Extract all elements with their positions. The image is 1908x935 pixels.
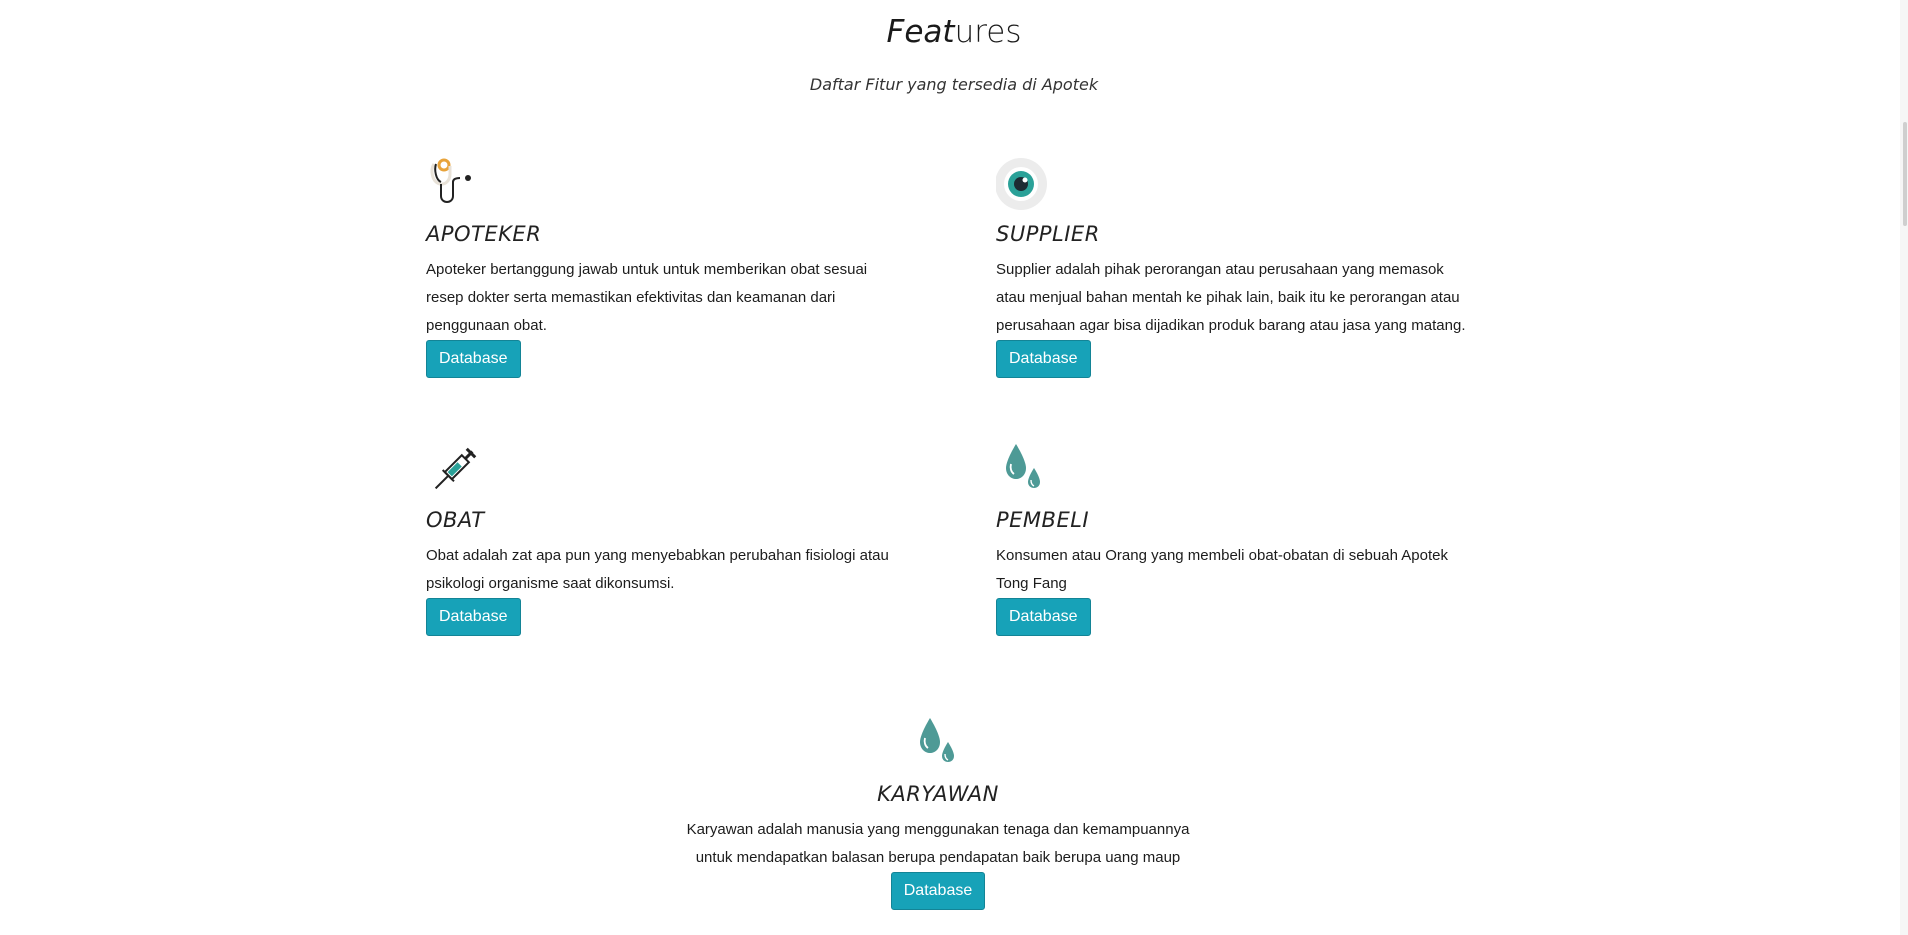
feature-title: SUPPLIER xyxy=(996,222,1100,246)
feature-title: OBAT xyxy=(426,508,485,532)
features-subtitle: Daftar Fitur yang tersedia di Apotek xyxy=(809,75,1099,94)
features-heading-part2: ures xyxy=(954,14,1022,50)
obat-database-button[interactable]: Database xyxy=(426,598,521,636)
feature-pembeli: PEMBELI Konsumen atau Orang yang membeli… xyxy=(996,442,1476,636)
apoteker-database-button[interactable]: Database xyxy=(426,340,521,378)
feature-title: APOTEKER xyxy=(426,222,542,246)
features-heading: Features xyxy=(0,14,1908,50)
features-heading-part1: Feat xyxy=(886,14,955,50)
pembeli-database-button[interactable]: Database xyxy=(996,598,1091,636)
feature-obat: OBAT Obat adalah zat apa pun yang menyeb… xyxy=(426,442,906,636)
karyawan-database-button[interactable]: Database xyxy=(890,872,986,910)
supplier-database-button[interactable]: Database xyxy=(996,340,1091,378)
feature-description: Konsumen atau Orang yang membeli obat-ob… xyxy=(996,547,1448,592)
feature-description: Apoteker bertanggung jawab untuk untuk m… xyxy=(426,261,868,334)
syringe-icon xyxy=(434,447,477,490)
droplets-icon xyxy=(1006,444,1040,488)
feature-description: Karyawan adalah manusia yang menggunakan… xyxy=(686,821,1190,866)
page-scrollbar[interactable] xyxy=(1900,0,1908,935)
feature-title: PEMBELI xyxy=(996,508,1090,532)
stethoscope-icon xyxy=(430,158,471,203)
feature-karyawan: KARYAWAN Karyawan adalah manusia yang me… xyxy=(678,716,1198,910)
eye-icon xyxy=(996,158,1047,210)
feature-apoteker: APOTEKER Apoteker bertanggung jawab untu… xyxy=(426,156,906,378)
feature-supplier: SUPPLIER Supplier adalah pihak peroranga… xyxy=(996,156,1476,378)
feature-title: KARYAWAN xyxy=(877,782,999,806)
droplets-icon xyxy=(920,718,954,762)
feature-description: Supplier adalah pihak perorangan atau pe… xyxy=(996,261,1466,334)
scrollbar-thumb[interactable] xyxy=(1903,122,1907,226)
feature-description: Obat adalah zat apa pun yang menyebabkan… xyxy=(426,547,889,592)
